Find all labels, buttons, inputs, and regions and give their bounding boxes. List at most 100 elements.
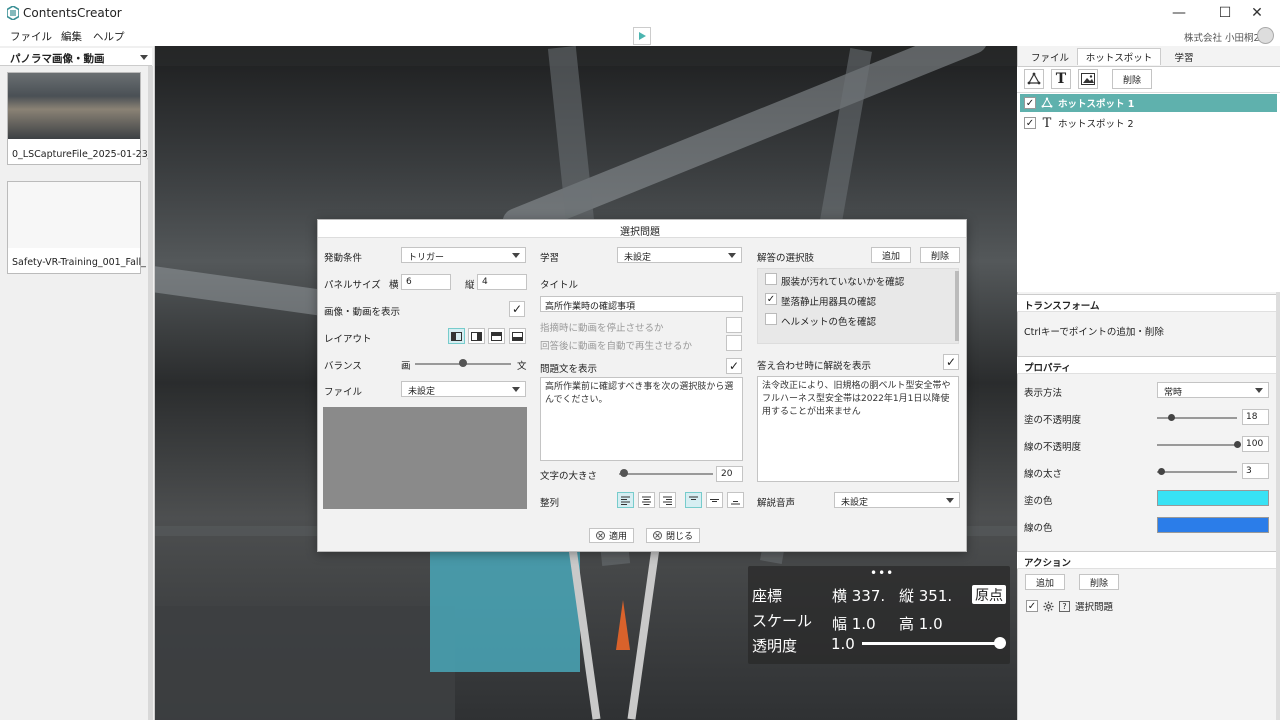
- align-left-button[interactable]: [617, 492, 634, 508]
- pause-on-point-checkbox[interactable]: [726, 317, 742, 333]
- valign-middle-button[interactable]: [706, 492, 723, 508]
- tab-hotspot[interactable]: ホットスポット: [1077, 48, 1161, 65]
- add-action-button[interactable]: 追加: [1025, 574, 1065, 590]
- choice-checkbox[interactable]: [765, 273, 777, 285]
- scale-height-value[interactable]: 高 1.0: [899, 613, 943, 634]
- help-icon[interactable]: ?: [1059, 600, 1070, 612]
- close-button[interactable]: ✕: [1234, 0, 1280, 26]
- valign-top-button[interactable]: [685, 492, 702, 508]
- line-width-slider-thumb[interactable]: [1157, 468, 1165, 475]
- add-choice-button[interactable]: 追加: [871, 247, 911, 263]
- panorama-thumbnail-image: [8, 73, 140, 139]
- title-input[interactable]: 高所作業時の確認事項: [540, 296, 743, 312]
- menu-file[interactable]: ファイル: [10, 29, 52, 44]
- line-width-slider-track[interactable]: [1157, 471, 1237, 473]
- layout-right-icon: [471, 331, 482, 341]
- properties-panel-scrollbar[interactable]: [1276, 292, 1280, 720]
- delete-hotspot-button[interactable]: 削除: [1112, 69, 1152, 89]
- audio-select[interactable]: 未設定: [834, 492, 960, 508]
- font-size-slider-thumb[interactable]: [619, 469, 628, 477]
- hotspot-visible-checkbox[interactable]: ✓: [1024, 97, 1036, 109]
- delete-choice-button[interactable]: 削除: [920, 247, 960, 263]
- overlay-menu-icon[interactable]: •••: [870, 566, 894, 580]
- layout-top-button[interactable]: [488, 328, 505, 344]
- panel-height-input[interactable]: 4: [477, 274, 527, 290]
- panel-width-input[interactable]: 6: [401, 274, 451, 290]
- choice-checkbox[interactable]: [765, 313, 777, 325]
- question-textarea[interactable]: 高所作業前に確認すべき事を次の選択肢から選んでください。: [540, 377, 743, 461]
- hotspot-label: ホットスポット 2: [1058, 119, 1134, 130]
- add-image-button[interactable]: [1078, 69, 1098, 89]
- learning-select[interactable]: 未設定: [617, 247, 742, 263]
- layout-right-button[interactable]: [468, 328, 485, 344]
- line-opacity-input[interactable]: 100: [1242, 436, 1269, 452]
- align-label: 整列: [540, 498, 560, 509]
- add-polygon-button[interactable]: [1024, 69, 1044, 89]
- teal-container-object: [430, 552, 580, 672]
- font-size-slider-track[interactable]: [619, 473, 713, 475]
- file-select[interactable]: 未設定: [401, 381, 526, 397]
- minimize-button[interactable]: —: [1156, 0, 1202, 26]
- company-name: 株式会社: [1184, 33, 1223, 44]
- show-explanation-checkbox[interactable]: ✓: [943, 354, 959, 370]
- balance-slider-thumb[interactable]: [459, 359, 467, 367]
- tab-learning[interactable]: 学習: [1162, 48, 1206, 65]
- action-enabled-checkbox[interactable]: ✓: [1026, 600, 1038, 612]
- hotspot-visible-checkbox[interactable]: ✓: [1024, 117, 1036, 129]
- scale-width-value[interactable]: 幅 1.0: [832, 613, 876, 634]
- coord-x-value[interactable]: 横 337.: [832, 585, 885, 606]
- menu-help[interactable]: ヘルプ: [93, 29, 125, 44]
- panel-size-label: パネルサイズ: [324, 280, 381, 291]
- fill-opacity-label: 塗の不透明度: [1024, 415, 1082, 426]
- fill-opacity-input[interactable]: 18: [1242, 409, 1269, 425]
- dialog-close-button[interactable]: 閉じる: [646, 528, 701, 543]
- layout-label: レイアウト: [324, 334, 372, 345]
- align-right-button[interactable]: [659, 492, 676, 508]
- layout-bottom-button[interactable]: [509, 328, 526, 344]
- panel-height-label: 縦: [465, 280, 475, 291]
- opacity-slider-track[interactable]: [862, 642, 1000, 645]
- chevron-down-icon: [140, 55, 148, 60]
- line-color-swatch[interactable]: [1157, 517, 1269, 533]
- font-size-input[interactable]: 20: [716, 466, 743, 482]
- delete-action-button[interactable]: 削除: [1079, 574, 1119, 590]
- line-width-input[interactable]: 3: [1242, 463, 1269, 479]
- display-method-select[interactable]: 常時: [1157, 382, 1269, 398]
- line-opacity-slider-thumb[interactable]: [1233, 441, 1241, 448]
- file-label: ファイル: [324, 387, 363, 398]
- tab-file[interactable]: ファイル: [1022, 48, 1078, 65]
- origin-button[interactable]: 原点: [972, 585, 1006, 604]
- choice-label: 服装が汚れていないかを確認: [781, 277, 905, 288]
- gear-icon[interactable]: [1043, 600, 1054, 612]
- action-item[interactable]: ✓ ? 選択問題: [1022, 597, 1222, 615]
- fill-opacity-slider-thumb[interactable]: [1167, 414, 1175, 421]
- scale-label: スケール: [752, 612, 813, 630]
- valign-bottom-button[interactable]: [727, 492, 744, 508]
- apply-button[interactable]: 適用: [589, 528, 635, 543]
- choices-scrollbar[interactable]: [955, 271, 959, 341]
- menu-edit[interactable]: 編集: [61, 29, 82, 44]
- align-center-button[interactable]: [638, 492, 655, 508]
- show-media-checkbox[interactable]: ✓: [509, 301, 525, 317]
- explanation-textarea[interactable]: 法令改正により、旧規格の胴ベルト型安全帯やフルハーネス型安全帯は2022年1月1…: [757, 376, 959, 482]
- fill-color-swatch[interactable]: [1157, 490, 1269, 506]
- show-question-checkbox[interactable]: ✓: [726, 358, 742, 374]
- media-preview: [323, 407, 527, 509]
- title-label: タイトル: [540, 280, 579, 291]
- coord-y-value[interactable]: 縦 351.: [899, 585, 952, 606]
- font-size-label: 文字の大きさ: [540, 471, 598, 482]
- trigger-select[interactable]: トリガー: [401, 247, 526, 263]
- play-button[interactable]: [633, 27, 651, 45]
- autoplay-after-answer-checkbox[interactable]: [726, 335, 742, 351]
- media-panel-scrollbar[interactable]: [148, 66, 153, 720]
- floor-area: [155, 606, 455, 720]
- play-icon: [639, 32, 646, 40]
- list-item[interactable]: ✓ ホットスポット 1: [1020, 94, 1277, 112]
- opacity-slider-thumb[interactable]: [994, 637, 1006, 649]
- line-opacity-slider-track[interactable]: [1157, 444, 1237, 446]
- add-text-button[interactable]: T: [1051, 69, 1071, 89]
- list-item[interactable]: ✓ T ホットスポット 2: [1020, 114, 1277, 132]
- choice-checkbox[interactable]: ✓: [765, 293, 777, 305]
- avatar[interactable]: [1257, 27, 1274, 44]
- layout-left-button[interactable]: [448, 328, 465, 344]
